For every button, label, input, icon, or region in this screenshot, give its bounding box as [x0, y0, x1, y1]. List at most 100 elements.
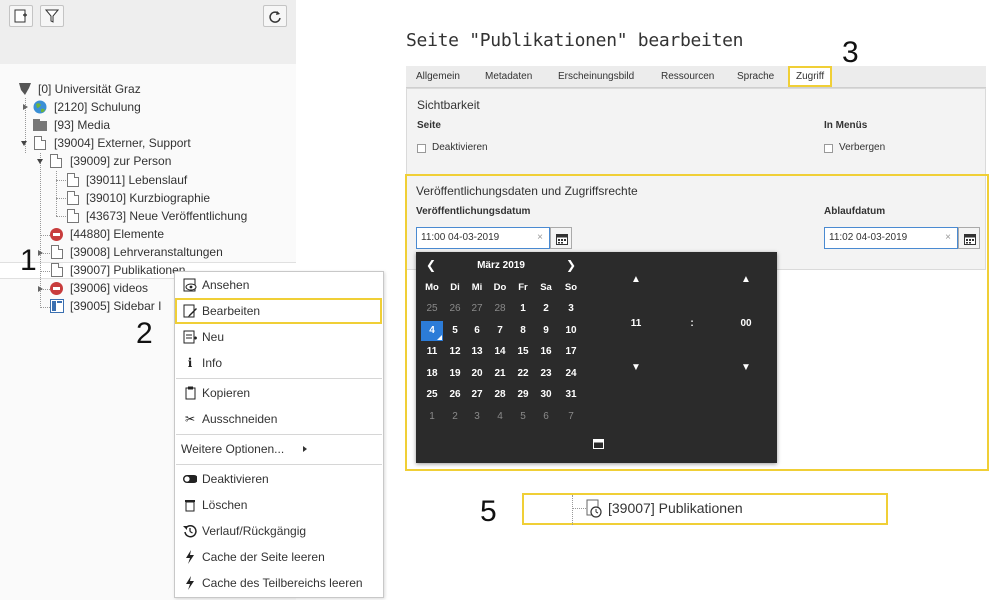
calendar-day[interactable]: 2 [444, 407, 466, 427]
calendar-day[interactable]: 27 [466, 385, 488, 405]
calendar-day[interactable]: 9 [535, 321, 557, 341]
calendar-day[interactable]: 27 [466, 299, 488, 319]
calendar-day[interactable]: 18 [421, 364, 443, 384]
calendar-day[interactable]: 3 [466, 407, 488, 427]
menu-item-cache-teilbereich[interactable]: Cache des Teilbereichs leeren [176, 571, 382, 595]
tree-node-elemente[interactable]: [44880] Elemente [50, 225, 250, 243]
calendar-day[interactable]: 6 [466, 321, 488, 341]
calendar-day[interactable]: 1 [512, 299, 534, 319]
tree-node-zur-person[interactable]: [39009] zur Person [49, 152, 249, 170]
calendar-day[interactable]: 5 [444, 321, 466, 341]
checkbox-verbergen[interactable] [824, 144, 833, 153]
calendar-day[interactable]: 26 [444, 385, 466, 405]
tree-node-media[interactable]: [93] Media [33, 116, 233, 134]
menu-item-kopieren[interactable]: Kopieren [176, 381, 382, 405]
calendar-day[interactable]: 7 [560, 407, 582, 427]
clear-publish-date[interactable]: × [537, 228, 543, 248]
calendar-day[interactable]: 12 [444, 342, 466, 362]
calendar-day[interactable]: 24 [560, 364, 582, 384]
tree-node-lehrveranstaltungen[interactable]: [39008] Lehrveranstaltungen [50, 243, 270, 261]
expand-toggle-icon[interactable] [38, 250, 43, 256]
hour-down-icon[interactable]: ▼ [626, 362, 646, 373]
clear-expiry-date[interactable]: × [945, 228, 951, 248]
menu-item-loeschen[interactable]: Löschen [176, 493, 382, 517]
checkbox-deaktivieren[interactable] [417, 144, 426, 153]
collapse-toggle-icon[interactable] [37, 159, 43, 164]
calendar-day[interactable]: 13 [466, 342, 488, 362]
prev-month-button[interactable]: ❮ [426, 258, 436, 272]
calendar-day[interactable]: 28 [489, 299, 511, 319]
calendar-day[interactable]: 28 [489, 385, 511, 405]
menu-item-cache-seite[interactable]: Cache der Seite leeren [176, 545, 382, 569]
tree-node-schulung[interactable]: [2120] Schulung [33, 98, 233, 116]
calendar-day[interactable]: 25 [421, 385, 443, 405]
menu-item-info[interactable]: i Info [176, 351, 382, 375]
menu-item-deaktivieren[interactable]: Deaktivieren [176, 467, 382, 491]
tree-node-kurzbiographie[interactable]: [39010] Kurzbiographie [66, 189, 286, 207]
calendar-day[interactable]: 14 [489, 342, 511, 362]
calendar-day[interactable]: 15 [512, 342, 534, 362]
tab-allgemein[interactable]: Allgemein [416, 66, 460, 88]
calendar-day[interactable]: 4 [489, 407, 511, 427]
tab-sprache[interactable]: Sprache [737, 66, 774, 88]
calendar-day[interactable]: 16 [535, 342, 557, 362]
tree-node-publikationen-snippet[interactable]: [39007] Publikationen [522, 493, 888, 525]
minute-up-icon[interactable]: ▲ [736, 274, 756, 285]
collapse-toggle-icon[interactable] [21, 141, 27, 146]
calendar-day[interactable]: 26 [444, 299, 466, 319]
calendar-month-label[interactable]: März 2019 [466, 260, 536, 271]
filter-button[interactable] [40, 5, 64, 27]
calendar-day[interactable]: 29 [512, 385, 534, 405]
calendar-day[interactable]: 23 [535, 364, 557, 384]
calendar-day[interactable]: 11 [421, 342, 443, 362]
calendar-day[interactable]: 4 [421, 320, 443, 341]
calendar-day[interactable]: 22 [512, 364, 534, 384]
menu-item-ausschneiden[interactable]: ✂ Ausschneiden [176, 407, 382, 431]
menu-item-neu[interactable]: Neu [176, 325, 382, 349]
calendar-day[interactable]: 31 [560, 385, 582, 405]
hour-value[interactable]: 11 [624, 318, 648, 329]
expand-toggle-icon[interactable] [38, 286, 43, 292]
expand-toggle-icon[interactable] [23, 104, 28, 110]
calendar-day[interactable]: 30 [535, 385, 557, 405]
menu-item-verlauf[interactable]: Verlauf/Rückgängig [176, 519, 382, 543]
tree-node-sidebar[interactable]: [39005] Sidebar I [50, 297, 174, 315]
folder-icon [33, 119, 47, 131]
calendar-day[interactable]: 17 [560, 342, 582, 362]
next-month-button[interactable]: ❯ [566, 258, 576, 272]
menu-item-weitere-optionen[interactable]: Weitere Optionen... [176, 437, 382, 461]
new-page-button[interactable] [9, 5, 33, 27]
tree-node-videos[interactable]: [39006] videos [50, 279, 170, 297]
calendar-day[interactable]: 6 [535, 407, 557, 427]
calendar-day[interactable]: 21 [489, 364, 511, 384]
tree-node-externer-support[interactable]: [39004] Externer, Support [33, 134, 233, 152]
refresh-button[interactable] [263, 5, 287, 27]
calendar-day[interactable]: 25 [421, 299, 443, 319]
calendar-day[interactable]: 2 [535, 299, 557, 319]
calendar-day[interactable]: 8 [512, 321, 534, 341]
tab-erscheinungsbild[interactable]: Erscheinungsbild [558, 66, 634, 88]
publish-date-input[interactable]: 11:00 04-03-2019 × [416, 227, 550, 249]
publish-date-picker-button[interactable] [550, 227, 572, 249]
tab-metadaten[interactable]: Metadaten [485, 66, 532, 88]
calendar-day[interactable]: 3 [560, 299, 582, 319]
refresh-icon [269, 11, 281, 23]
expiry-date-input[interactable]: 11:02 04-03-2019 × [824, 227, 958, 249]
tab-ressourcen[interactable]: Ressourcen [661, 66, 714, 88]
calendar-day[interactable]: 20 [466, 364, 488, 384]
calendar-day[interactable]: 10 [560, 321, 582, 341]
calendar-toggle-icon[interactable] [593, 438, 604, 449]
tab-zugriff[interactable]: Zugriff [788, 66, 833, 87]
calendar-day[interactable]: 19 [444, 364, 466, 384]
menu-item-ansehen[interactable]: Ansehen [176, 273, 382, 297]
expiry-date-picker-button[interactable] [958, 227, 980, 249]
tree-node-root[interactable]: [0] Universität Graz [18, 80, 218, 98]
calendar-day[interactable]: 7 [489, 321, 511, 341]
minute-down-icon[interactable]: ▼ [736, 362, 756, 373]
tree-node-lebenslauf[interactable]: [39011] Lebenslauf [66, 171, 266, 189]
tree-node-neue-veroeffentlichung[interactable]: [43673] Neue Veröffentlichung [66, 207, 286, 225]
calendar-day[interactable]: 5 [512, 407, 534, 427]
minute-value[interactable]: 00 [734, 318, 758, 329]
hour-up-icon[interactable]: ▲ [626, 274, 646, 285]
calendar-day[interactable]: 1 [421, 407, 443, 427]
